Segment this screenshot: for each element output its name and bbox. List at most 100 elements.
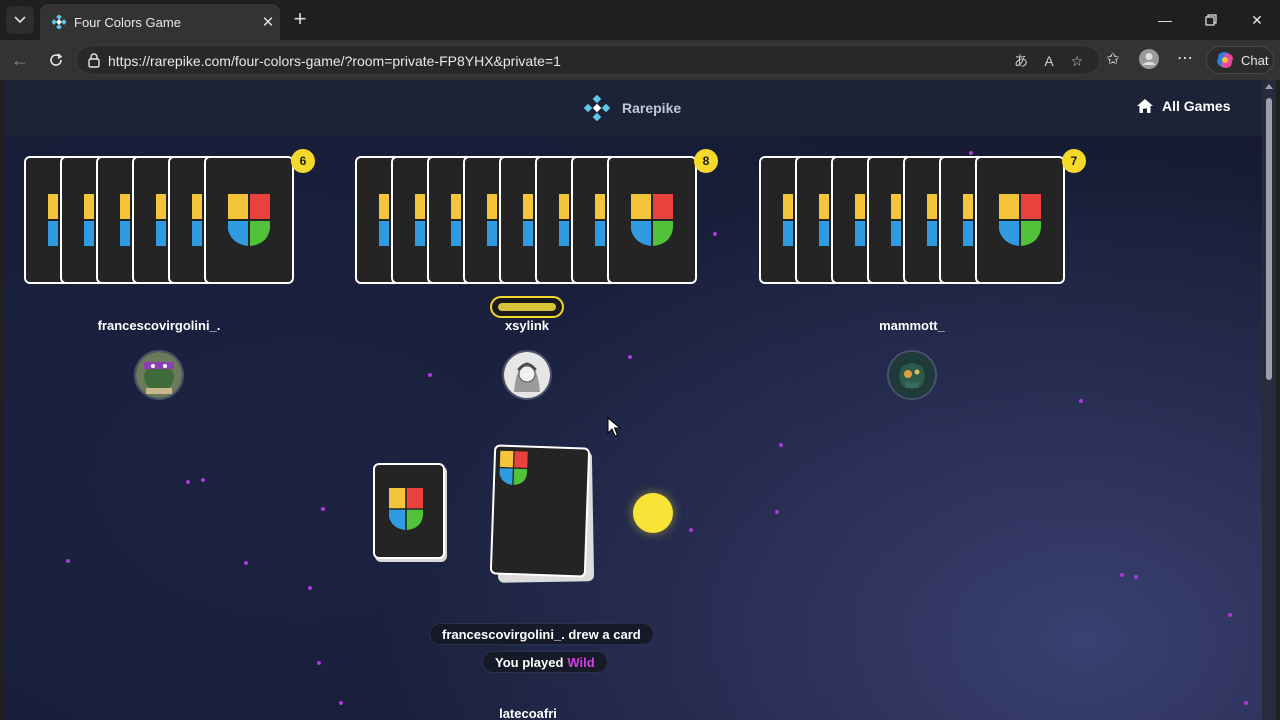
more-options-icon[interactable]: ⋯: [1174, 48, 1196, 70]
page-scrollbar[interactable]: [1262, 80, 1276, 720]
minimize-icon[interactable]: —: [1142, 0, 1188, 40]
browser-tab[interactable]: Four Colors Game ✕: [40, 4, 280, 40]
opponent-hand-francescovirgolini: [24, 156, 296, 284]
profile-avatar-icon[interactable]: [1138, 48, 1160, 70]
favorite-star-icon[interactable]: ☆: [1067, 51, 1087, 71]
back-arrow-icon[interactable]: ←: [6, 46, 34, 74]
background-particle: [628, 355, 632, 359]
player-avatar[interactable]: [502, 350, 552, 400]
background-particle: [775, 510, 779, 514]
draw-pile[interactable]: [373, 463, 445, 559]
new-tab-plus-icon[interactable]: +: [288, 8, 312, 32]
background-particle: [1244, 701, 1248, 705]
restore-icon[interactable]: [1188, 0, 1234, 40]
background-particle: [779, 443, 783, 447]
background-particle: [1120, 573, 1124, 577]
current-color-indicator: [633, 493, 673, 533]
card-back: [204, 156, 294, 284]
active-turn-timer: [490, 296, 564, 318]
background-particle: [66, 559, 70, 563]
refresh-icon[interactable]: [42, 46, 70, 74]
opponent-hand-xsylink: [355, 156, 699, 284]
background-particle: [201, 478, 205, 482]
four-colors-logo-edge-icon: [819, 194, 829, 246]
player-name: latecoafri: [499, 706, 557, 720]
four-colors-logo-edge-icon: [783, 194, 793, 246]
opponent-hand-mammott: [759, 156, 1067, 284]
four-colors-logo-edge-icon: [855, 194, 865, 246]
background-particle: [339, 701, 343, 705]
background-particle: [1134, 575, 1138, 579]
browser-tab-bar: Four Colors Game ✕ + — ✕: [0, 0, 1280, 40]
card-count-badge: 7: [1062, 149, 1086, 173]
chat-label: Chat: [1241, 52, 1269, 68]
player-avatar[interactable]: [134, 350, 184, 400]
four-colors-logo-edge-icon: [379, 194, 389, 246]
browser-toolbar: ← https://rarepike.com/four-colors-game/…: [0, 40, 1280, 80]
home-icon: [1137, 99, 1153, 113]
translate-icon[interactable]: あ: [1011, 51, 1031, 71]
url-text[interactable]: https://rarepike.com/four-colors-game/?r…: [108, 53, 561, 69]
mouse-cursor-icon: [607, 417, 621, 437]
log-card-name: Wild: [567, 654, 595, 670]
all-games-label: All Games: [1162, 98, 1231, 114]
scroll-up-arrow-icon[interactable]: [1265, 84, 1273, 89]
wild-card-corner-icon: [499, 450, 528, 486]
favorites-list-icon[interactable]: ✩: [1102, 49, 1124, 71]
game-page: Rarepike All Games 6 8 7 francescovirgol…: [4, 80, 1276, 720]
background-particle: [1079, 399, 1083, 403]
background-particle: [321, 507, 325, 511]
four-colors-logo-icon: [631, 194, 673, 246]
address-bar[interactable]: https://rarepike.com/four-colors-game/?r…: [76, 45, 1100, 75]
player-name: xsylink: [504, 318, 550, 333]
rarepike-logo-icon: [584, 95, 610, 121]
background-particle: [713, 232, 717, 236]
background-particle: [969, 151, 973, 155]
copilot-chat-button[interactable]: Chat: [1206, 46, 1274, 74]
background-particle: [689, 528, 693, 532]
card-count-badge: 8: [694, 149, 718, 173]
card-back: [607, 156, 697, 284]
log-text: You played: [495, 654, 564, 670]
background-particle: [186, 480, 190, 484]
all-games-link[interactable]: All Games: [1136, 98, 1230, 114]
brand-link[interactable]: Rarepike: [584, 95, 681, 121]
four-colors-logo-edge-icon: [156, 194, 166, 246]
four-colors-logo-icon: [228, 194, 270, 246]
background-particle: [1228, 613, 1232, 617]
discard-pile-top-card: [489, 444, 591, 578]
scroll-thumb[interactable]: [1266, 98, 1272, 380]
card-back: [975, 156, 1065, 284]
four-colors-logo-edge-icon: [451, 194, 461, 246]
four-colors-logo-icon: [999, 194, 1041, 246]
player-avatar[interactable]: [887, 350, 937, 400]
log-text: francescovirgolini_. drew a card: [442, 626, 641, 642]
window-controls: — ✕: [1142, 0, 1280, 40]
background-particle: [428, 373, 432, 377]
four-colors-logo-edge-icon: [891, 194, 901, 246]
background-particle: [244, 561, 248, 565]
tab-list-chevron-icon[interactable]: [6, 6, 34, 34]
game-log-entry: You played Wild: [482, 651, 608, 673]
tab-close-icon[interactable]: ✕: [256, 13, 280, 31]
four-colors-logo-edge-icon: [48, 194, 58, 246]
copilot-icon: [1217, 52, 1233, 68]
four-colors-logo-icon: [389, 487, 423, 531]
close-window-icon[interactable]: ✕: [1234, 0, 1280, 40]
four-colors-logo-edge-icon: [523, 194, 533, 246]
card-count-badge: 6: [291, 149, 315, 173]
four-colors-logo-edge-icon: [192, 194, 202, 246]
rarepike-favicon-icon: [52, 15, 66, 29]
four-colors-logo-edge-icon: [487, 194, 497, 246]
four-colors-logo-edge-icon: [559, 194, 569, 246]
four-colors-logo-edge-icon: [415, 194, 425, 246]
four-colors-logo-edge-icon: [120, 194, 130, 246]
tab-title: Four Colors Game: [74, 14, 181, 30]
read-aloud-icon[interactable]: A: [1039, 51, 1059, 71]
site-header: Rarepike All Games: [4, 80, 1262, 136]
lock-icon[interactable]: [86, 52, 102, 68]
player-name: francescovirgolini_.: [97, 318, 221, 333]
player-name: mammott_: [879, 318, 945, 333]
turn-timer-fill: [498, 303, 556, 311]
background-particle: [308, 586, 312, 590]
